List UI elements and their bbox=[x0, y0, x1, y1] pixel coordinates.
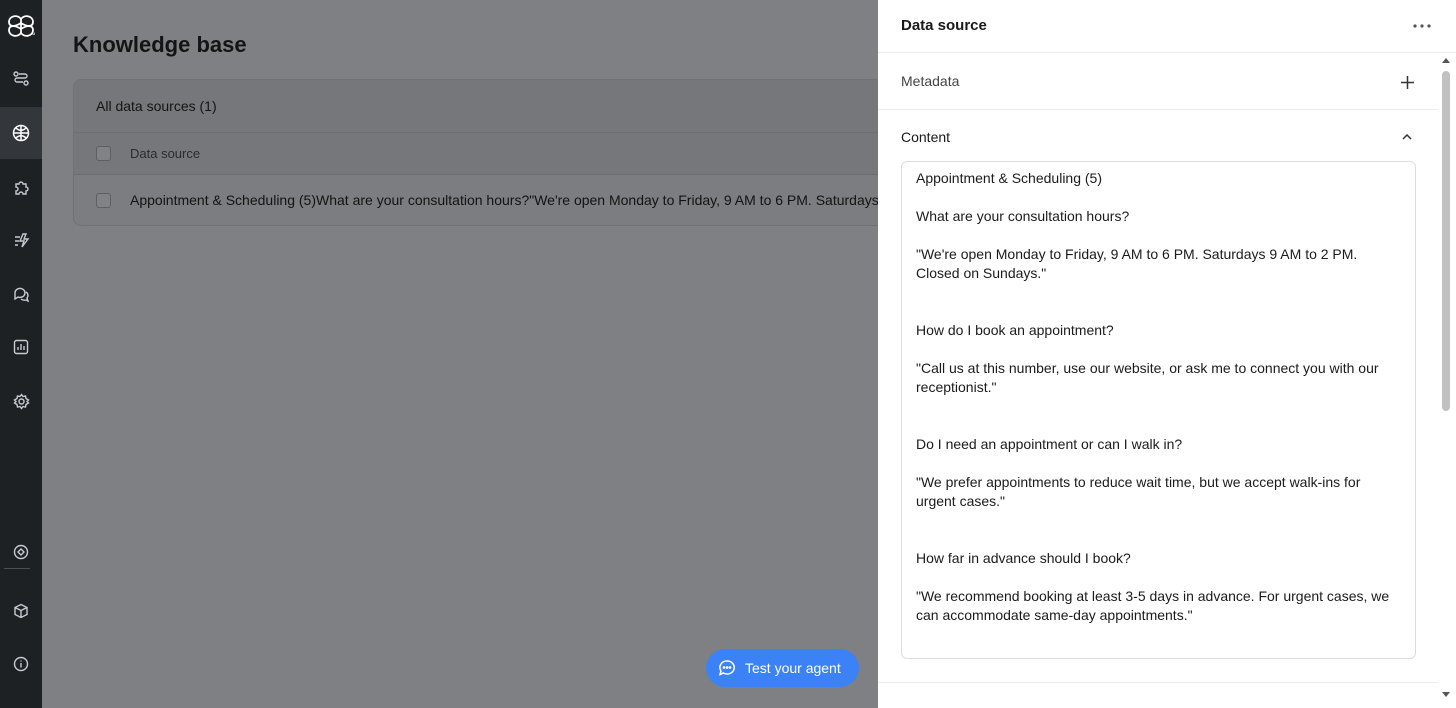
content-line bbox=[916, 188, 1401, 207]
data-sources-card: All data sources (1) Data source Appoint… bbox=[73, 79, 893, 226]
logo-icon[interactable] bbox=[0, 8, 42, 44]
content-line: "Call us at this number, use our website… bbox=[916, 360, 1379, 395]
card-heading: All data sources (1) bbox=[74, 80, 892, 133]
content-line bbox=[916, 226, 1401, 245]
chevron-up-icon[interactable] bbox=[1399, 129, 1415, 145]
analytics-icon[interactable] bbox=[0, 321, 42, 373]
content-line bbox=[916, 397, 1401, 416]
content-line: "We're open Monday to Friday, 9 AM to 6 … bbox=[916, 246, 1358, 281]
knowledge-icon[interactable] bbox=[0, 107, 42, 159]
chat-bubble-icon bbox=[718, 659, 736, 677]
content-line bbox=[916, 530, 1401, 549]
page-title: Knowledge base bbox=[73, 32, 247, 57]
content-line: How far in advance should I book? bbox=[916, 550, 1131, 566]
table-row[interactable]: Appointment & Scheduling (5)What are you… bbox=[74, 175, 892, 225]
table-header: Data source bbox=[74, 133, 892, 175]
panel-header: Data source bbox=[878, 0, 1456, 53]
content-line: How do I book an appointment? bbox=[916, 322, 1114, 338]
panel-title: Data source bbox=[901, 17, 987, 34]
content-line: What are your consultation hours? bbox=[916, 208, 1130, 224]
content-line: "We recommend booking at least 3-5 days … bbox=[916, 588, 1390, 623]
content-label[interactable]: Content bbox=[901, 129, 950, 145]
row-checkbox[interactable] bbox=[96, 192, 111, 208]
plus-icon[interactable] bbox=[1397, 72, 1417, 92]
info-icon[interactable] bbox=[0, 638, 42, 690]
content-line bbox=[916, 454, 1401, 473]
content-line bbox=[916, 416, 1401, 435]
test-agent-label: Test your agent bbox=[745, 660, 841, 676]
panel-scrollbar[interactable] bbox=[1438, 54, 1456, 708]
row-data-source-text: Appointment & Scheduling (5)What are you… bbox=[130, 192, 892, 208]
content-textarea[interactable]: Appointment & Scheduling (5) What are yo… bbox=[901, 161, 1416, 659]
test-agent-button[interactable]: Test your agent bbox=[706, 649, 859, 687]
content-line bbox=[916, 568, 1401, 587]
content-line bbox=[916, 283, 1401, 302]
main-area: Knowledge base All data sources (1) Data… bbox=[42, 0, 893, 708]
content-line bbox=[916, 340, 1401, 359]
select-all-checkbox[interactable] bbox=[96, 146, 111, 161]
actions-icon[interactable] bbox=[0, 214, 42, 266]
content-line: "We prefer appointments to reduce wait t… bbox=[916, 474, 1361, 509]
column-header-data-source: Data source bbox=[130, 146, 201, 161]
chat-icon[interactable] bbox=[0, 268, 42, 320]
content-line: Appointment & Scheduling (5) bbox=[916, 170, 1102, 186]
help-icon[interactable] bbox=[0, 526, 42, 578]
box-icon[interactable] bbox=[0, 585, 42, 637]
content-line bbox=[916, 302, 1401, 321]
sidebar bbox=[0, 0, 42, 708]
scroll-up-arrow-icon[interactable] bbox=[1442, 58, 1450, 63]
data-source-panel: Data source Metadata Content Appointment… bbox=[878, 0, 1456, 708]
scroll-down-arrow-icon[interactable] bbox=[1442, 692, 1450, 697]
content-line: Do I need an appointment or can I walk i… bbox=[916, 436, 1183, 452]
sidebar-divider bbox=[4, 568, 30, 569]
more-options-icon[interactable] bbox=[1412, 16, 1432, 36]
scrollbar-thumb[interactable] bbox=[1442, 71, 1450, 411]
metadata-section[interactable]: Metadata bbox=[878, 54, 1438, 110]
integrations-icon[interactable] bbox=[0, 161, 42, 213]
flow-icon[interactable] bbox=[0, 53, 42, 105]
metadata-label: Metadata bbox=[901, 73, 960, 89]
settings-icon[interactable] bbox=[0, 375, 42, 427]
section-divider bbox=[878, 682, 1438, 683]
content-line bbox=[916, 511, 1401, 530]
